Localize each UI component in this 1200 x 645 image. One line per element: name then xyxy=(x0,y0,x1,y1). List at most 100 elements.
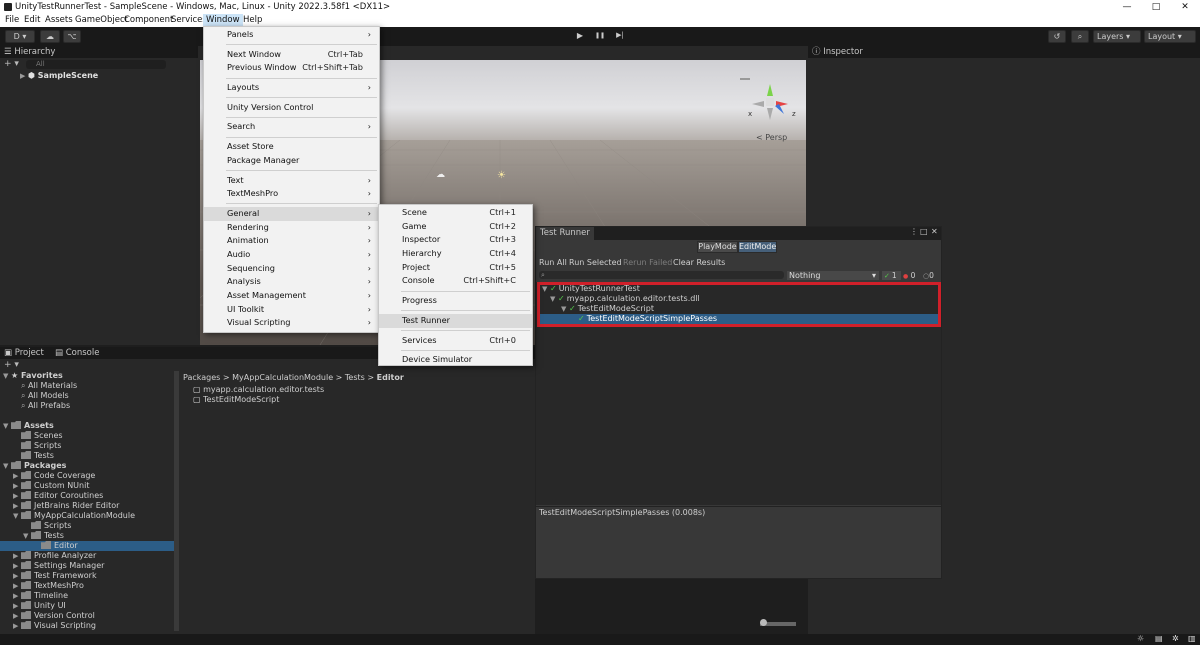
layout-dropdown[interactable]: Layout ▾ xyxy=(1144,30,1196,43)
window-menu-item-layouts[interactable]: Layouts › xyxy=(204,81,379,95)
lighting-icon[interactable]: ☼ xyxy=(1137,634,1144,643)
breadcrumb-item[interactable]: Packages xyxy=(183,373,220,382)
project-tree-item[interactable]: ▶ Settings Manager xyxy=(0,561,174,571)
rerun-failed-button[interactable]: Rerun Failed xyxy=(623,257,672,269)
window-menu-item-text[interactable]: Text › xyxy=(204,174,379,188)
project-tree-item[interactable]: ▶ Version Control xyxy=(0,611,174,621)
project-tree-item[interactable]: ▼ MyAppCalculationModule xyxy=(0,511,174,521)
cache-icon[interactable]: ▤ xyxy=(1155,634,1163,643)
pause-button[interactable]: ❚❚ xyxy=(592,30,608,43)
chevron-down-icon[interactable]: ▼ xyxy=(3,371,11,381)
general-menu-item-inspector[interactable]: Inspector Ctrl+3 xyxy=(379,233,532,247)
menu-component[interactable]: Component xyxy=(124,14,173,27)
chevron-down-icon[interactable]: ▼ xyxy=(23,531,31,541)
play-button[interactable]: ▶ xyxy=(572,30,588,43)
layers-dropdown[interactable]: Layers ▾ xyxy=(1093,30,1141,43)
project-tree-item[interactable]: ▼ ★ Favorites xyxy=(0,371,174,381)
scene-gizmo-icon[interactable] xyxy=(748,82,798,122)
add-icon[interactable]: + ▾ xyxy=(4,59,19,69)
breadcrumb-item[interactable]: MyAppCalculationModule xyxy=(232,373,333,382)
chevron-right-icon[interactable]: ▶ xyxy=(13,491,21,501)
search-icon[interactable]: ⌕ xyxy=(1071,30,1089,43)
window-menu-item-panels[interactable]: Panels › xyxy=(204,28,379,42)
window-menu-item-package-manager[interactable]: Package Manager xyxy=(204,154,379,168)
clear-results-button[interactable]: Clear Results xyxy=(673,257,725,269)
chevron-down-icon[interactable]: ▼ xyxy=(3,421,11,431)
chevron-right-icon[interactable]: ▶ xyxy=(13,561,21,571)
window-menu-item-textmeshpro[interactable]: TextMeshPro › xyxy=(204,187,379,201)
window-menu-item-animation[interactable]: Animation › xyxy=(204,234,379,248)
project-tree-item[interactable]: Scripts xyxy=(0,441,174,451)
project-tree-item[interactable]: ▶ JetBrains Rider Editor xyxy=(0,501,174,511)
project-tree-item[interactable]: ▶ Timeline xyxy=(0,591,174,601)
project-tree-item[interactable]: ▼ Packages xyxy=(0,461,174,471)
scene-row[interactable]: ▶ ⬢ SampleScene xyxy=(20,71,98,81)
chevron-right-icon[interactable]: ▶ xyxy=(13,611,21,621)
breadcrumb-item[interactable]: Editor xyxy=(377,373,404,382)
general-menu-item-console[interactable]: Console Ctrl+Shift+C xyxy=(379,274,532,288)
menu-services[interactable]: Services xyxy=(171,14,207,27)
collab-icon[interactable]: ⌥ xyxy=(63,30,81,43)
project-tree-item[interactable]: Scripts xyxy=(0,521,174,531)
window-menu-item-unity-version-control[interactable]: Unity Version Control xyxy=(204,101,379,115)
general-menu-item-hierarchy[interactable]: Hierarchy Ctrl+4 xyxy=(379,247,532,261)
close-panel-icon[interactable]: ✕ xyxy=(931,227,938,236)
project-tree-item[interactable]: ▶ Visual Scripting xyxy=(0,621,174,631)
camera-icon[interactable]: ☁ xyxy=(436,170,445,180)
chevron-right-icon[interactable]: ▶ xyxy=(13,581,21,591)
chevron-right-icon[interactable]: ▶ xyxy=(13,471,21,481)
project-tree-item[interactable]: ▶ TextMeshPro xyxy=(0,581,174,591)
light-icon[interactable]: ☀ xyxy=(497,170,506,181)
account-dropdown[interactable]: D ▾ xyxy=(5,30,35,43)
window-menu-item-analysis[interactable]: Analysis › xyxy=(204,275,379,289)
failed-filter[interactable]: ● 0 xyxy=(903,271,922,280)
project-tree-item[interactable]: ▼ Assets xyxy=(0,421,174,431)
tab-test-runner[interactable]: Test Runner xyxy=(536,227,594,240)
general-menu-item-test-runner[interactable]: Test Runner xyxy=(379,313,532,328)
run-selected-button[interactable]: Run Selected xyxy=(569,257,622,269)
maximize-panel-icon[interactable]: □ xyxy=(920,227,928,236)
chevron-right-icon[interactable]: ▶ xyxy=(13,501,21,511)
menu-file[interactable]: File xyxy=(5,14,19,27)
editmode-tab[interactable]: EditMode xyxy=(738,241,777,253)
project-tree-item[interactable] xyxy=(0,411,174,421)
persp-label[interactable]: < Persp xyxy=(756,133,787,142)
skipped-filter[interactable]: ○0 xyxy=(923,271,942,280)
window-menu-item-ui-toolkit[interactable]: UI Toolkit › xyxy=(204,303,379,317)
project-tree-item[interactable]: ▶ Profile Analyzer xyxy=(0,551,174,561)
general-menu-item-device-simulator[interactable]: Device Simulator xyxy=(379,353,532,367)
project-tree-item[interactable]: Editor xyxy=(0,541,174,551)
cloud-icon[interactable]: ☁ xyxy=(40,30,60,43)
window-menu-item-rendering[interactable]: Rendering › xyxy=(204,221,379,235)
step-button[interactable]: ▶| xyxy=(612,30,628,43)
window-menu-item-search[interactable]: Search › xyxy=(204,120,379,134)
chevron-right-icon[interactable]: ▶ xyxy=(13,551,21,561)
icon-size-slider-thumb[interactable] xyxy=(760,619,767,626)
passed-filter[interactable]: ✓ 1 xyxy=(882,271,901,280)
project-scrollbar[interactable] xyxy=(174,371,179,631)
breadcrumb-item[interactable]: Tests xyxy=(345,373,365,382)
history-icon[interactable]: ↺ xyxy=(1048,30,1066,43)
notification-icon[interactable]: ▥ xyxy=(1188,634,1196,643)
maximize-button[interactable]: □ xyxy=(1143,0,1169,14)
menu-edit[interactable]: Edit xyxy=(24,14,40,27)
project-tree-item[interactable]: ▶ Custom NUnit xyxy=(0,481,174,491)
chevron-down-icon[interactable]: ▼ xyxy=(3,461,11,471)
general-menu-item-scene[interactable]: Scene Ctrl+1 xyxy=(379,206,532,220)
project-tree-item[interactable]: ⌕ All Prefabs xyxy=(0,401,174,411)
tab-hierarchy[interactable]: ☰ Hierarchy xyxy=(4,46,55,58)
hierarchy-search-input[interactable]: All xyxy=(26,60,166,69)
chevron-right-icon[interactable]: ▶ xyxy=(13,481,21,491)
file-item[interactable]: ▢ myapp.calculation.editor.tests xyxy=(193,385,324,395)
window-menu-item-general[interactable]: General › xyxy=(204,206,379,221)
project-add-icon[interactable]: + ▾ xyxy=(4,360,19,370)
chevron-right-icon[interactable]: ▶ xyxy=(13,601,21,611)
minimize-button[interactable]: — xyxy=(1114,0,1140,14)
project-tree-item[interactable]: ⌕ All Models xyxy=(0,391,174,401)
tab-console[interactable]: ▤ Console xyxy=(55,347,99,359)
window-menu-item-visual-scripting[interactable]: Visual Scripting › xyxy=(204,316,379,330)
file-item[interactable]: ▢ TestEditModeScript xyxy=(193,395,279,405)
general-menu-item-progress[interactable]: Progress xyxy=(379,294,532,308)
gizmo-menu-icon[interactable] xyxy=(740,78,750,80)
project-tree-item[interactable]: ▶ Unity UI xyxy=(0,601,174,611)
